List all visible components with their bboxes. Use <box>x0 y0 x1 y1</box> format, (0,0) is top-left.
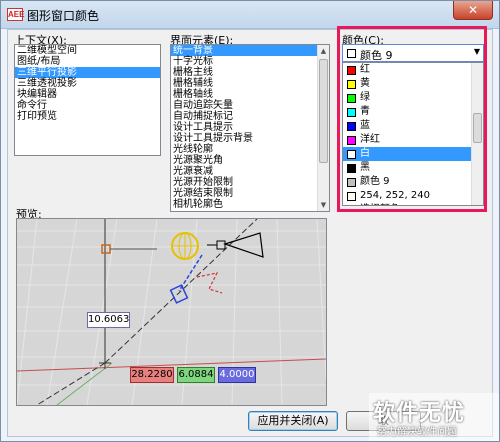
interface-list-item[interactable]: 设计工具提示 <box>171 122 317 133</box>
coord-x-label: 28.2280 <box>130 367 174 383</box>
app-logo-icon: AEE <box>7 8 25 21</box>
interface-list-item[interactable]: 栅格辅线 <box>171 78 317 89</box>
coord-z-label: 4.0000 <box>218 367 256 383</box>
dialog-window: AEE 图形窗口颜色 ✕ 上下文(X): 二维模型空间 图纸/布局 三维平行投影 三维… <box>0 0 500 442</box>
context-list-item[interactable]: 三维透视投影 <box>15 78 160 89</box>
interface-list-item[interactable]: 光线轮廓 <box>171 144 317 155</box>
context-list-item[interactable]: 二维模型空间 <box>15 45 160 56</box>
dialog-body: 上下文(X): 二维模型空间 图纸/布局 三维平行投影 三维透视投影 块编辑器 命令行 打印… <box>7 26 493 437</box>
scroll-down-arrow-icon[interactable]: ▼ <box>318 199 329 211</box>
preview-panel: 10.6063 28.2280 6.0884 4.0000 <box>16 218 327 406</box>
scroll-thumb[interactable] <box>319 59 328 163</box>
context-list-item[interactable]: 打印预览 <box>15 111 160 122</box>
color-highlight-box <box>337 26 487 212</box>
interface-list-item[interactable]: 光源衰减 <box>171 166 317 177</box>
context-listbox[interactable]: 二维模型空间 图纸/布局 三维平行投影 三维透视投影 块编辑器 命令行 打印预览 <box>14 44 161 156</box>
context-list-item[interactable]: 命令行 <box>15 100 160 111</box>
interface-elements-listbox[interactable]: 统一背景 十字光标 栅格主线 栅格辅线 栅格轴线 自动追踪矢量 自动捕捉标记 设计工具提示 设计… <box>170 44 330 212</box>
context-list-item[interactable]: 块编辑器 <box>15 89 160 100</box>
interface-list-item[interactable]: 光源聚光角 <box>171 155 317 166</box>
interface-list-item[interactable]: 自动追踪矢量 <box>171 100 317 111</box>
interface-list-item[interactable]: 栅格主线 <box>171 67 317 78</box>
interface-list-item[interactable]: 栅格轴线 <box>171 89 317 100</box>
context-list-item[interactable]: 三维平行投影 <box>15 67 160 78</box>
interface-list-item[interactable]: 十字光标 <box>171 56 317 67</box>
interface-list-item[interactable]: 光源开始限制 <box>171 177 317 188</box>
watermark-sub: 努力解决软件问题 <box>377 427 457 438</box>
apply-close-button[interactable]: 应用并关闭(A) <box>248 411 338 431</box>
close-button[interactable]: ✕ <box>453 1 493 20</box>
interface-scrollbar[interactable]: ▲ ▼ <box>317 45 329 211</box>
interface-list-item[interactable]: 相机轮廓色 <box>171 199 317 210</box>
interface-list-item[interactable]: 自动捕捉标记 <box>171 111 317 122</box>
interface-list-item[interactable]: 设计工具提示背景 <box>171 133 317 144</box>
interface-list-item[interactable]: 光源结束限制 <box>171 188 317 199</box>
scroll-up-arrow-icon[interactable]: ▲ <box>318 45 329 57</box>
dimension-vertical-label: 10.6063 <box>87 312 130 328</box>
context-list-item[interactable]: 图纸/布局 <box>15 56 160 67</box>
coord-y-label: 6.0884 <box>177 367 215 383</box>
watermark: 软件无忧 努力解决软件问题 <box>369 393 499 441</box>
window-title: 图形窗口颜色 <box>27 9 100 23</box>
title-bar[interactable]: AEE 图形窗口颜色 ✕ <box>1 1 499 29</box>
interface-list-item[interactable]: 统一背景 <box>171 45 317 56</box>
